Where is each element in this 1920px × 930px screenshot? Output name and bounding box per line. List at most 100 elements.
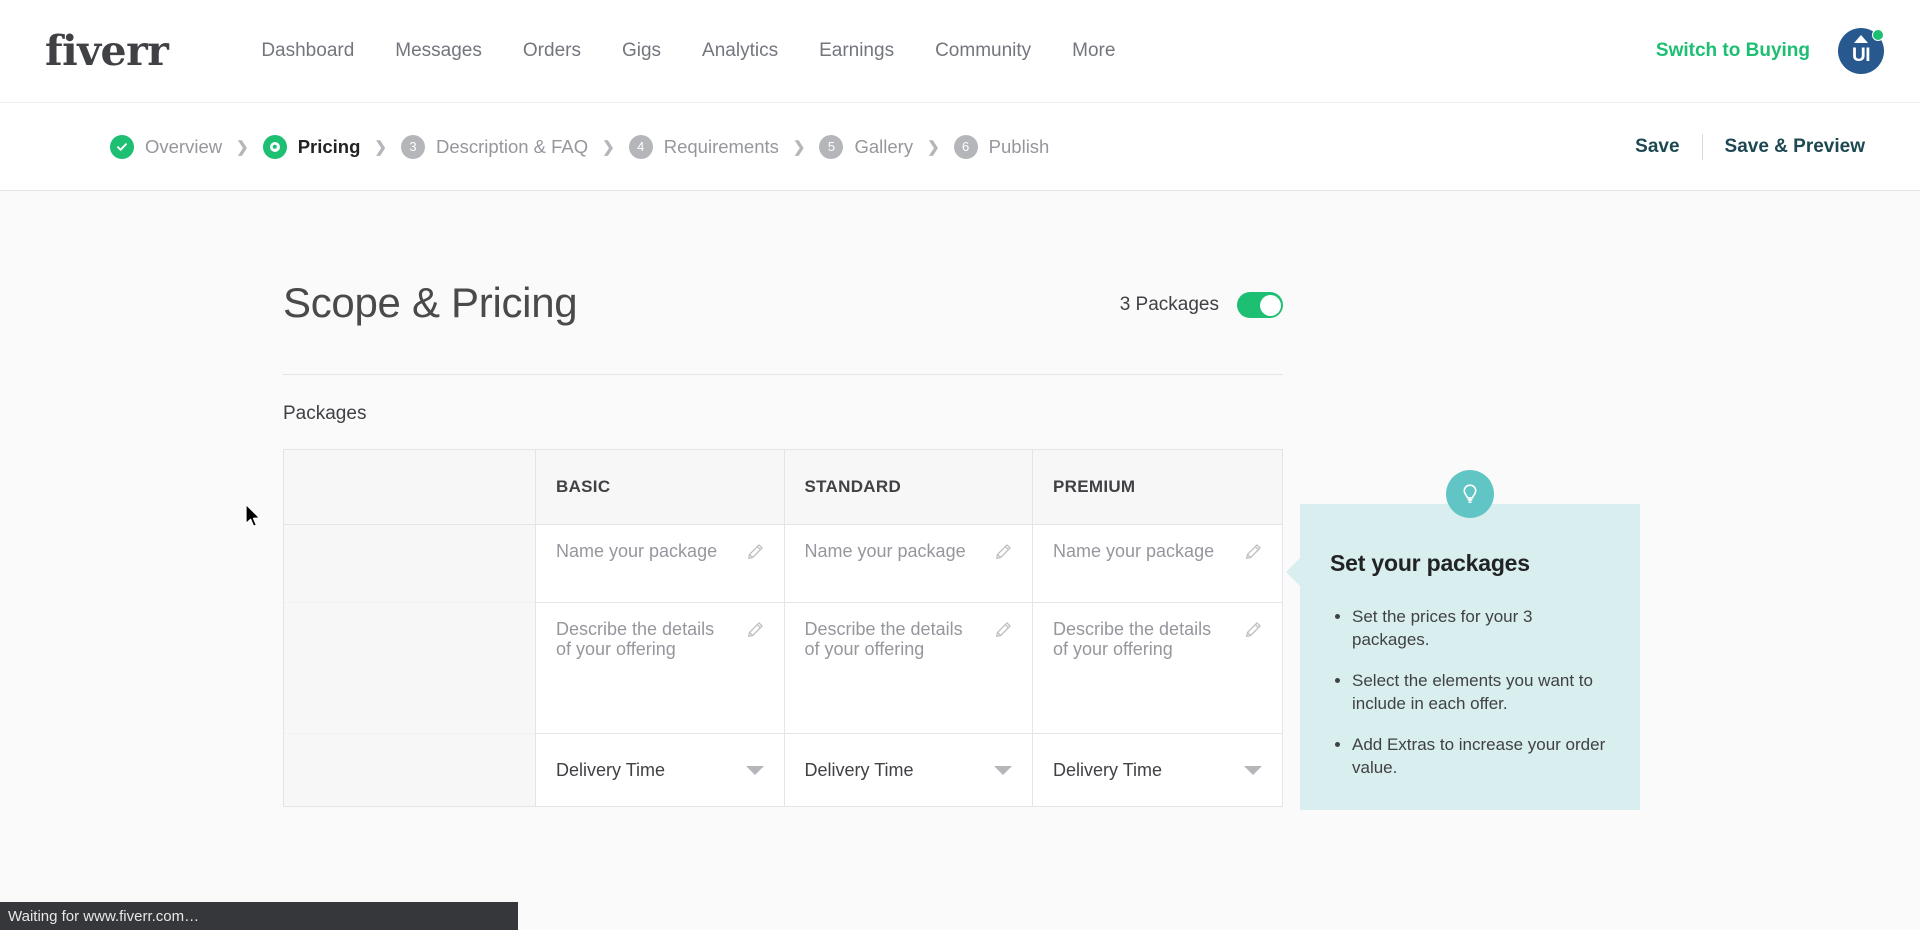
avatar-caret-icon — [1854, 35, 1868, 43]
package-tier-label-basic: BASIC — [556, 477, 611, 496]
chevron-down-icon[interactable] — [745, 765, 764, 775]
breadcrumb-step-publish[interactable]: 6 Publish — [953, 134, 1050, 159]
package-delivery-cell-premium[interactable]: Delivery Time — [1033, 734, 1282, 806]
tip-panel: Set your packages Set the prices for you… — [1286, 470, 1640, 810]
breadcrumb-label-overview: Overview — [145, 135, 223, 157]
package-description-input-standard[interactable]: Describe the details of your offering — [805, 619, 977, 659]
switch-to-buying-link[interactable]: Switch to Buying — [1656, 40, 1810, 62]
step-number-badge: 6 — [953, 134, 978, 159]
breadcrumb-label-description-faq: Description & FAQ — [435, 135, 589, 157]
package-name-cell-basic[interactable]: Name your package — [536, 525, 784, 603]
main-content: Scope & Pricing 3 Packages Packages BASI… — [0, 191, 1920, 930]
nav-link-messages[interactable]: Messages — [395, 40, 482, 62]
pricing-form: Scope & Pricing 3 Packages Packages BASI… — [283, 191, 1283, 807]
breadcrumb-step-overview[interactable]: Overview — [110, 134, 223, 159]
title-divider — [283, 374, 1283, 375]
chevron-down-icon[interactable] — [994, 765, 1012, 775]
label-cell-description — [284, 603, 535, 734]
avatar-initials: UI — [1852, 45, 1871, 66]
nav-link-community[interactable]: Community — [935, 40, 1031, 62]
package-name-cell-standard[interactable]: Name your package — [784, 525, 1032, 603]
package-description-cell-basic[interactable]: Describe the details of your offering — [536, 603, 784, 734]
nav-link-orders[interactable]: Orders — [523, 40, 581, 62]
user-avatar[interactable]: UI — [1838, 28, 1884, 74]
package-description-cell-standard[interactable]: Describe the details of your offering — [784, 603, 1032, 734]
label-cell-delivery — [284, 734, 535, 806]
breadcrumb: Overview ❯ Pricing ❯ 3 Description & FAQ… — [110, 134, 1050, 159]
delivery-time-select-standard[interactable]: Delivery Time — [805, 760, 914, 781]
package-tier-label-premium: PREMIUM — [1053, 477, 1136, 496]
breadcrumb-step-requirements[interactable]: 4 Requirements — [628, 134, 779, 159]
step-number-badge: 5 — [819, 134, 844, 159]
save-button[interactable]: Save — [1635, 136, 1679, 158]
primary-nav: Dashboard Messages Orders Gigs Analytics… — [261, 40, 1115, 62]
gig-steps-bar: Overview ❯ Pricing ❯ 3 Description & FAQ… — [0, 103, 1920, 191]
lightbulb-icon — [1446, 470, 1494, 518]
nav-link-gigs[interactable]: Gigs — [622, 40, 661, 62]
step-number-badge: 4 — [628, 134, 653, 159]
packages-section-label: Packages — [283, 403, 367, 424]
pencil-icon[interactable] — [995, 543, 1012, 560]
chevron-right-icon: ❯ — [236, 138, 249, 156]
pencil-icon[interactable] — [747, 621, 764, 638]
chevron-right-icon: ❯ — [927, 138, 940, 156]
breadcrumb-label-pricing: Pricing — [297, 135, 361, 157]
breadcrumb-step-gallery[interactable]: 5 Gallery — [819, 134, 913, 159]
chevron-right-icon: ❯ — [792, 138, 806, 156]
package-description-input-premium[interactable]: Describe the details of your offering — [1053, 619, 1225, 659]
packages-table: BASIC Name your package Describe the det… — [283, 449, 1283, 807]
packages-toggle[interactable] — [1237, 292, 1283, 318]
pencil-icon[interactable] — [1245, 543, 1262, 560]
title-row: Scope & Pricing 3 Packages — [283, 191, 1283, 327]
page-root: fiverr Dashboard Messages Orders Gigs An… — [0, 0, 1920, 930]
package-name-cell-premium[interactable]: Name your package — [1033, 525, 1282, 603]
label-column-header — [284, 450, 535, 525]
table-label-column — [284, 450, 536, 806]
chevron-down-icon[interactable] — [1243, 765, 1262, 775]
action-divider — [1701, 133, 1703, 160]
label-cell-name — [284, 525, 535, 603]
breadcrumb-step-pricing[interactable]: Pricing — [262, 134, 361, 159]
top-nav-right-group: Switch to Buying UI — [1656, 28, 1884, 74]
nav-link-analytics[interactable]: Analytics — [702, 40, 778, 62]
pencil-icon[interactable] — [995, 621, 1012, 638]
top-navigation-bar: fiverr Dashboard Messages Orders Gigs An… — [0, 0, 1920, 103]
save-and-preview-button[interactable]: Save & Preview — [1725, 136, 1865, 158]
breadcrumb-step-description-faq[interactable]: 3 Description & FAQ — [400, 134, 589, 159]
tip-title: Set your packages — [1330, 550, 1530, 576]
nav-link-dashboard[interactable]: Dashboard — [261, 40, 354, 62]
package-name-input-premium[interactable]: Name your package — [1053, 541, 1214, 561]
package-description-input-basic[interactable]: Describe the details of your offering — [556, 619, 728, 659]
breadcrumb-label-requirements: Requirements — [663, 135, 779, 157]
package-column-basic: BASIC Name your package Describe the det… — [536, 450, 785, 806]
packages-toggle-group: 3 Packages — [1120, 292, 1283, 318]
location-pin-icon — [262, 134, 287, 159]
tip-bullet: Set the prices for your 3 packages. — [1352, 605, 1606, 652]
package-description-cell-premium[interactable]: Describe the details of your offering — [1033, 603, 1282, 734]
fiverr-logo[interactable]: fiverr — [45, 30, 169, 72]
package-name-input-basic[interactable]: Name your package — [556, 541, 717, 561]
nav-link-more[interactable]: More — [1072, 40, 1115, 62]
breadcrumb-label-publish: Publish — [988, 135, 1050, 157]
package-delivery-cell-standard[interactable]: Delivery Time — [784, 734, 1032, 806]
check-icon — [110, 134, 134, 159]
package-header-standard: STANDARD — [784, 450, 1032, 525]
browser-status-bar: Waiting for www.fiverr.com… — [0, 902, 518, 930]
delivery-time-select-premium[interactable]: Delivery Time — [1053, 760, 1162, 781]
package-header-basic: BASIC — [536, 450, 784, 525]
chevron-right-icon: ❯ — [602, 138, 615, 156]
package-tier-label-standard: STANDARD — [804, 477, 902, 496]
pencil-icon[interactable] — [1245, 621, 1262, 638]
tip-bullet: Select the elements you want to include … — [1352, 669, 1606, 716]
delivery-time-select-basic[interactable]: Delivery Time — [556, 760, 665, 781]
page-title: Scope & Pricing — [283, 279, 578, 326]
package-header-premium: PREMIUM — [1033, 450, 1282, 525]
chevron-right-icon: ❯ — [374, 138, 387, 156]
tip-bullet: Add Extras to increase your order value. — [1352, 733, 1606, 780]
package-name-input-standard[interactable]: Name your package — [805, 541, 966, 561]
pencil-icon[interactable] — [747, 543, 764, 560]
package-column-standard: STANDARD Name your package Describe the … — [784, 450, 1033, 806]
nav-link-earnings[interactable]: Earnings — [819, 40, 894, 62]
save-actions-group: Save Save & Preview — [1635, 133, 1865, 160]
package-delivery-cell-basic[interactable]: Delivery Time — [536, 734, 784, 806]
